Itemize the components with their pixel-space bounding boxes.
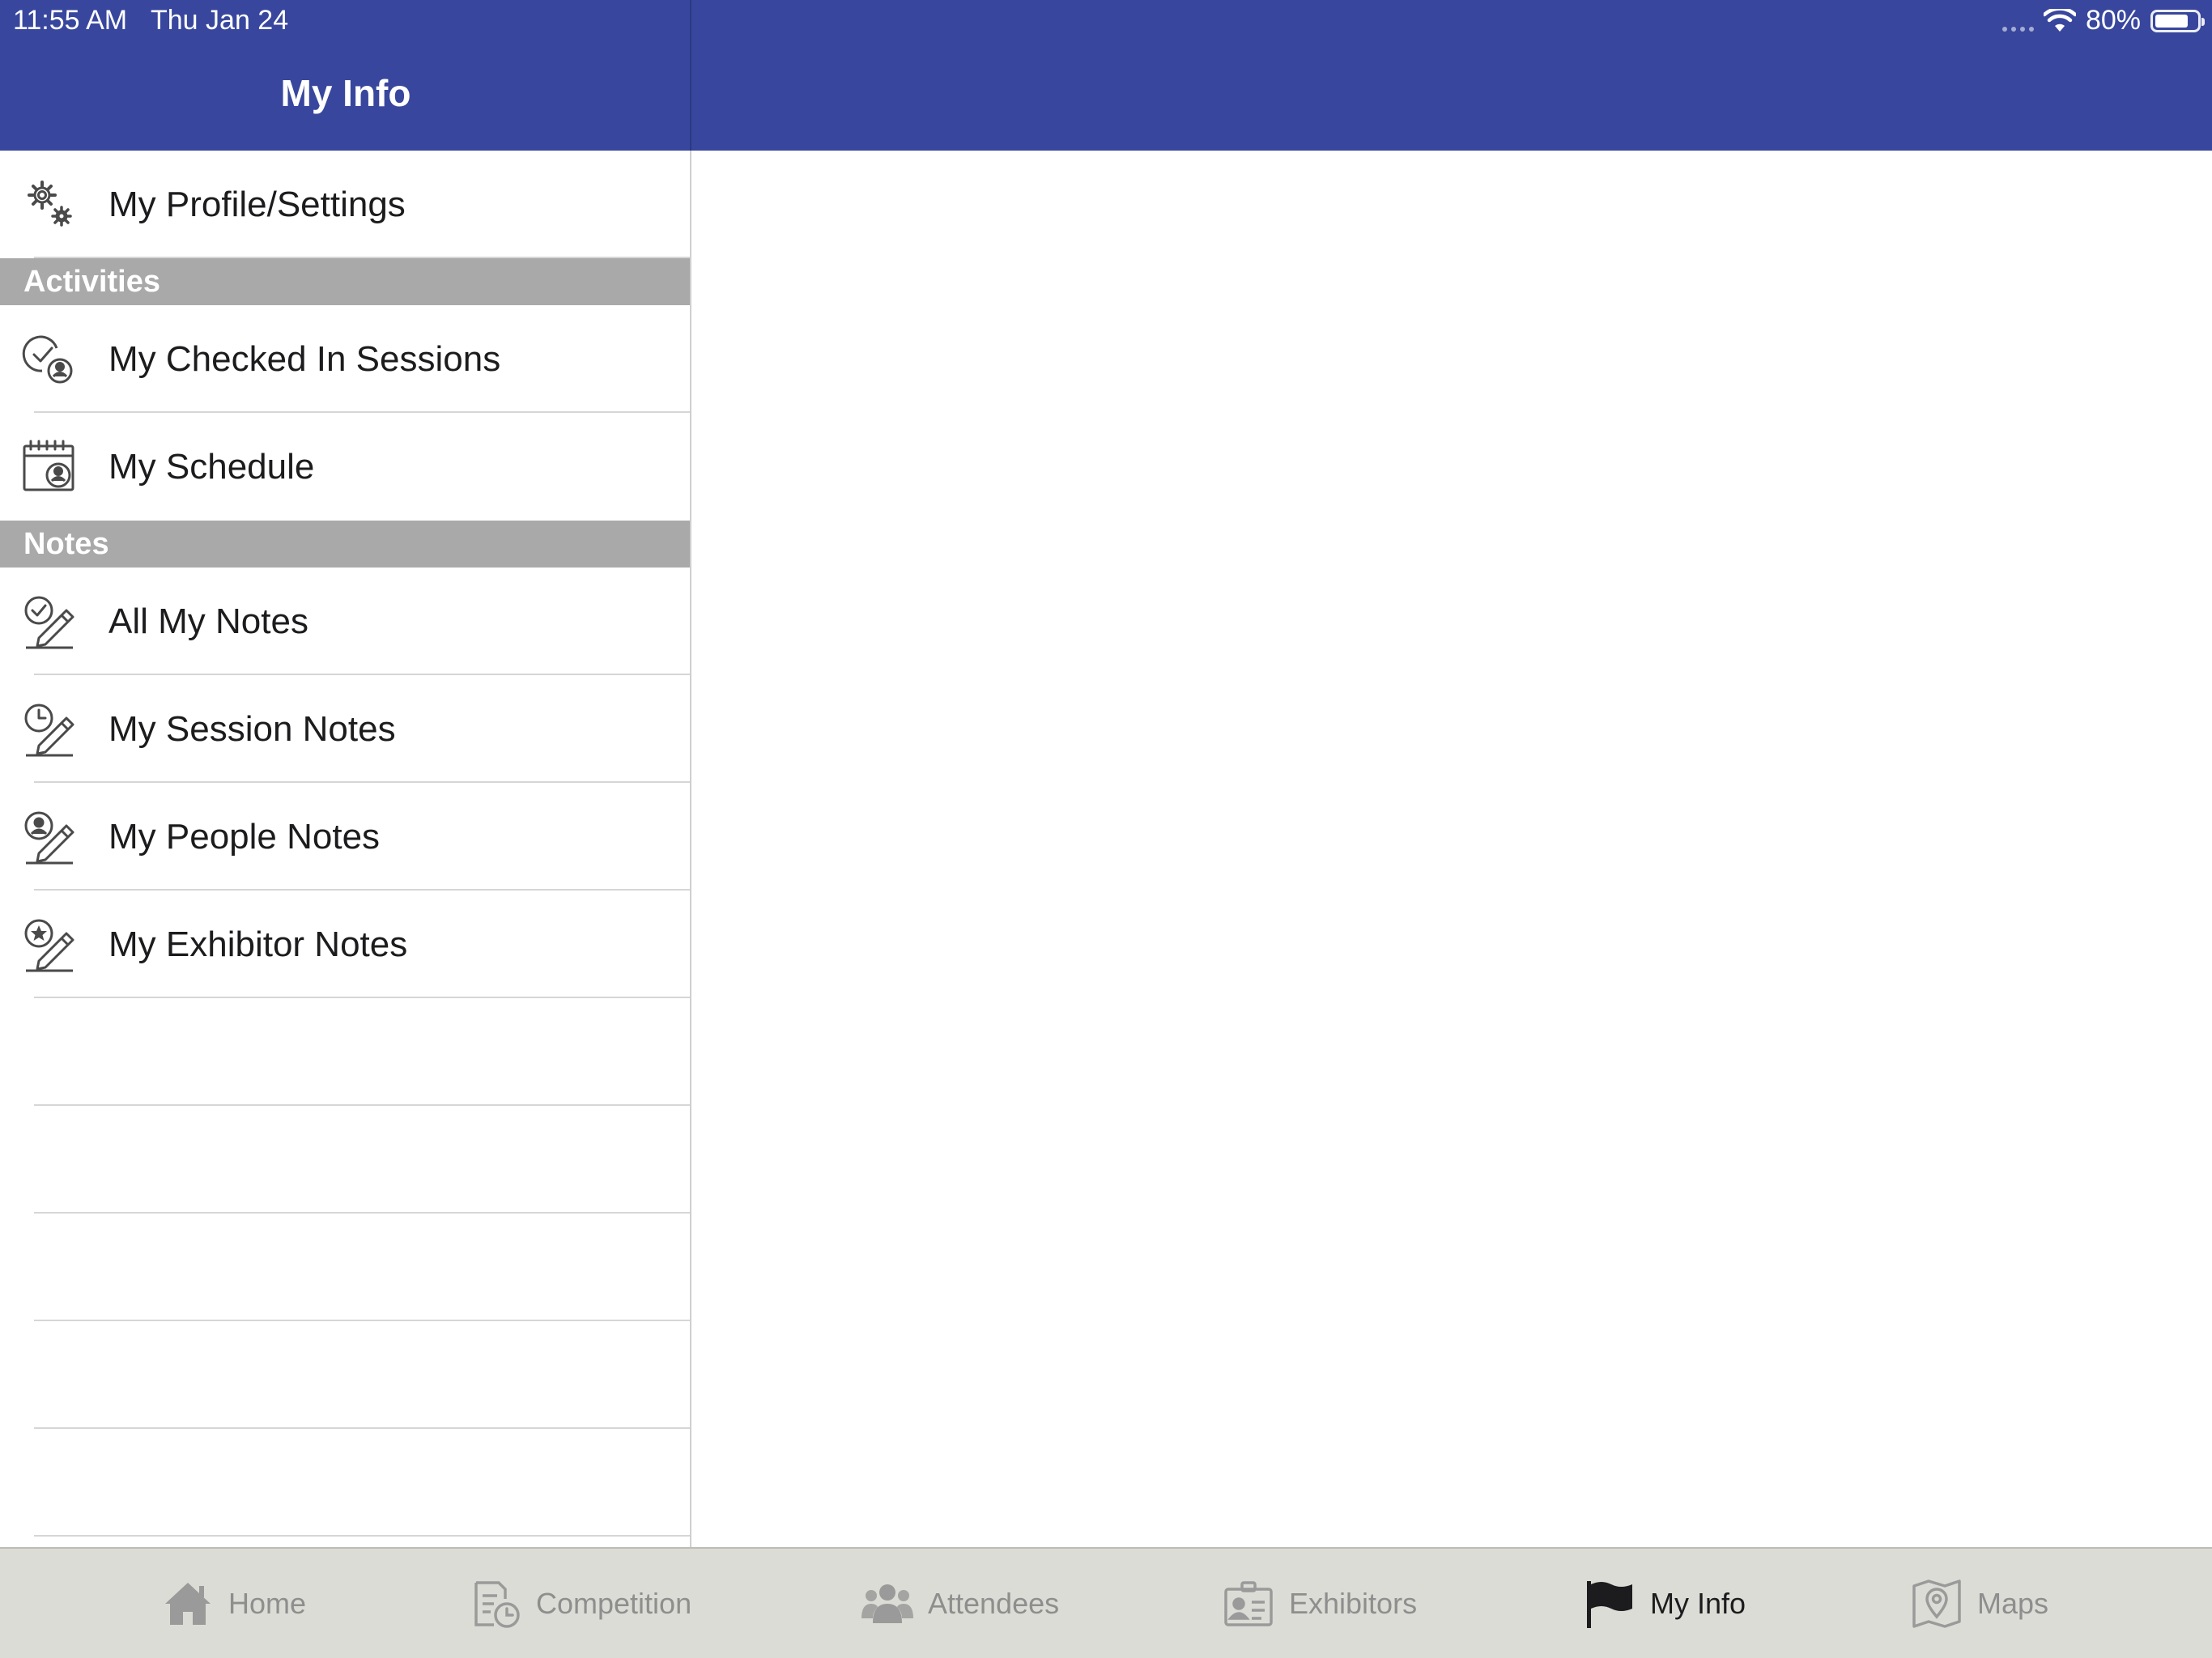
detail-pane — [691, 151, 2212, 1547]
home-icon — [165, 1582, 211, 1625]
tab-label: Competition — [536, 1586, 692, 1620]
tab-label: Attendees — [928, 1586, 1060, 1620]
wifi-icon — [2043, 8, 2076, 32]
check-note-icon — [24, 596, 74, 648]
list-item-label: My Exhibitor Notes — [108, 924, 408, 964]
tab-home[interactable]: Home — [162, 1549, 306, 1658]
battery-fill — [2155, 14, 2188, 28]
star-note-icon — [24, 919, 74, 971]
tab-label: My Info — [1650, 1586, 1746, 1620]
tab-label: Home — [228, 1586, 307, 1620]
list-item-label: My Session Notes — [108, 708, 396, 749]
person-note-icon — [24, 811, 74, 864]
check-person-icon — [22, 335, 73, 383]
list-item-my-session-notes[interactable]: My Session Notes — [0, 675, 690, 783]
list-item-my-schedule[interactable]: My Schedule — [0, 413, 690, 521]
competition-icon — [474, 1580, 520, 1628]
tab-exhibitors[interactable]: Exhibitors — [1223, 1549, 1417, 1658]
master-list[interactable]: My Profile/Settings Activities My Checke… — [0, 151, 691, 1547]
attendees-icon — [861, 1584, 913, 1623]
flag-icon — [1587, 1580, 1632, 1628]
status-time: 11:55 AM — [13, 5, 128, 36]
empty-row — [0, 1214, 690, 1321]
map-icon — [1912, 1579, 1961, 1628]
tab-bar: Home Competition Attendees Exhibitors My… — [0, 1547, 2212, 1658]
status-date: Thu Jan 24 — [151, 5, 289, 36]
list-item-all-my-notes[interactable]: All My Notes — [0, 568, 690, 675]
tab-my-info[interactable]: My Info — [1584, 1549, 1746, 1658]
battery-icon — [2150, 9, 2205, 32]
clock-note-icon — [24, 704, 74, 756]
status-indicators: 80% — [2001, 5, 2205, 36]
page-title: My Info — [280, 72, 411, 114]
list-item-label: All My Notes — [108, 601, 308, 641]
empty-row — [0, 998, 690, 1106]
tab-maps[interactable]: Maps — [1911, 1549, 2048, 1658]
calendar-person-icon — [23, 440, 74, 491]
tab-attendees[interactable]: Attendees — [861, 1549, 1059, 1658]
list-item-my-exhibitor-notes[interactable]: My Exhibitor Notes — [0, 891, 690, 998]
tab-label: Maps — [1977, 1586, 2049, 1620]
tab-label: Exhibitors — [1289, 1586, 1418, 1620]
list-item-label: My People Notes — [108, 816, 381, 857]
status-bar: 11:55 AM Thu Jan 24 80% — [0, 0, 2212, 42]
empty-row — [0, 1106, 690, 1214]
cellular-signal-icon — [2001, 7, 2034, 35]
list-item-my-checked-in-sessions[interactable]: My Checked In Sessions — [0, 305, 690, 413]
tab-competition[interactable]: Competition — [470, 1549, 691, 1658]
section-header-notes: Notes — [0, 521, 690, 568]
list-item-my-profile-settings[interactable]: My Profile/Settings — [0, 151, 690, 258]
exhibitors-icon — [1224, 1580, 1273, 1626]
empty-row — [0, 1429, 690, 1537]
list-item-label: My Schedule — [108, 446, 315, 487]
list-item-label: My Profile/Settings — [108, 184, 406, 224]
gears-icon — [28, 180, 72, 227]
empty-row — [0, 1321, 690, 1429]
navigation-bar: My Info 11:55 AM Thu Jan 24 80% — [0, 0, 2212, 151]
section-header-activities: Activities — [0, 258, 690, 305]
list-item-my-people-notes[interactable]: My People Notes — [0, 783, 690, 891]
battery-percent: 80% — [2085, 5, 2141, 36]
list-item-label: My Checked In Sessions — [108, 338, 501, 379]
